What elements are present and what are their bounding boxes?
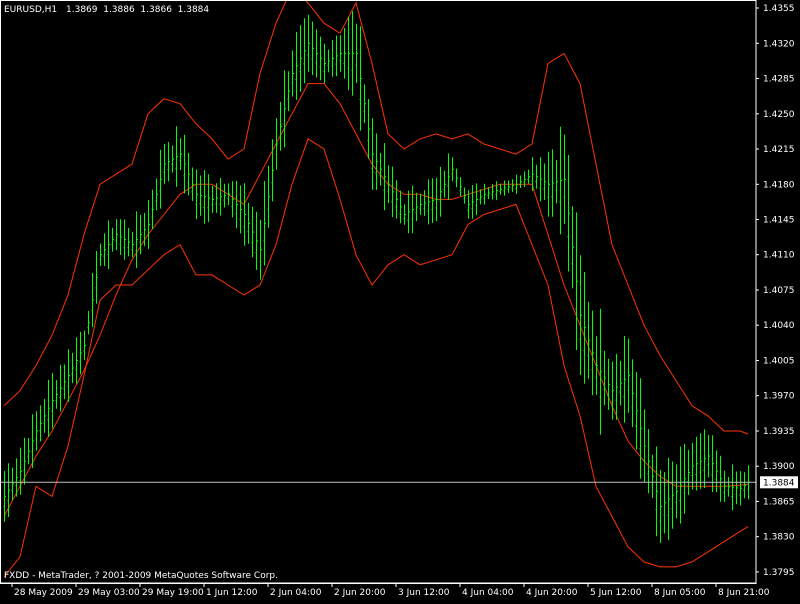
y-tick-label: 1.3795 (763, 568, 795, 578)
y-tick-label: 1.4040 (763, 321, 795, 331)
x-tick-label: 29 May 03:00 (78, 588, 140, 598)
current-price-label: 1.3884 (763, 478, 795, 488)
x-tick-label: 3 Jun 12:00 (398, 588, 450, 598)
y-tick-label: 1.3865 (763, 497, 795, 507)
y-tick-label: 1.4110 (763, 251, 795, 261)
y-tick-label: 1.4215 (763, 145, 795, 155)
x-tick-label: 8 Jun 21:00 (718, 588, 770, 598)
y-tick-label: 1.3830 (763, 533, 795, 543)
x-tick-label: 2 Jun 04:00 (270, 588, 322, 598)
y-tick-label: 1.4075 (763, 286, 795, 296)
y-tick-label: 1.4180 (763, 180, 795, 190)
price-chart[interactable]: 1.4355 1.4320 1.4285 1.4250 1.4215 1.4180 1.41… (0, 0, 800, 600)
y-tick-label: 1.4250 (763, 110, 795, 120)
y-tick-label: 1.4005 (763, 357, 795, 367)
y-tick-label: 1.3970 (763, 392, 795, 402)
ohlc-readout: 1.3869 1.3886 1.3866 1.3884 (66, 5, 209, 15)
copyright-text: FXDD - MetaTrader, ? 2001-2009 MetaQuote… (4, 571, 278, 581)
y-tick-label: 1.4320 (763, 39, 795, 49)
x-tick-label: 2 Jun 20:00 (334, 588, 386, 598)
x-tick-label: 8 Jun 05:00 (654, 588, 706, 598)
y-tick-label: 1.3935 (763, 427, 795, 437)
x-tick-label: 4 Jun 20:00 (526, 588, 578, 598)
x-tick-label: 5 Jun 12:00 (590, 588, 642, 598)
y-tick-label: 1.3900 (763, 462, 795, 472)
x-tick-label: 1 Jun 12:00 (206, 588, 258, 598)
y-tick-label: 1.4355 (763, 4, 795, 14)
y-tick-label: 1.4285 (763, 75, 795, 85)
x-tick-label: 4 Jun 04:00 (462, 588, 514, 598)
x-tick-label: 28 May 2009 (14, 588, 73, 598)
chart-canvas[interactable]: 1.4355 1.4320 1.4285 1.4250 1.4215 1.4180 1.41… (0, 0, 800, 600)
y-tick-label: 1.4145 (763, 216, 795, 226)
symbol-timeframe-label: EURUSD,H1 (4, 5, 57, 15)
x-tick-label: 29 May 19:00 (142, 588, 204, 598)
